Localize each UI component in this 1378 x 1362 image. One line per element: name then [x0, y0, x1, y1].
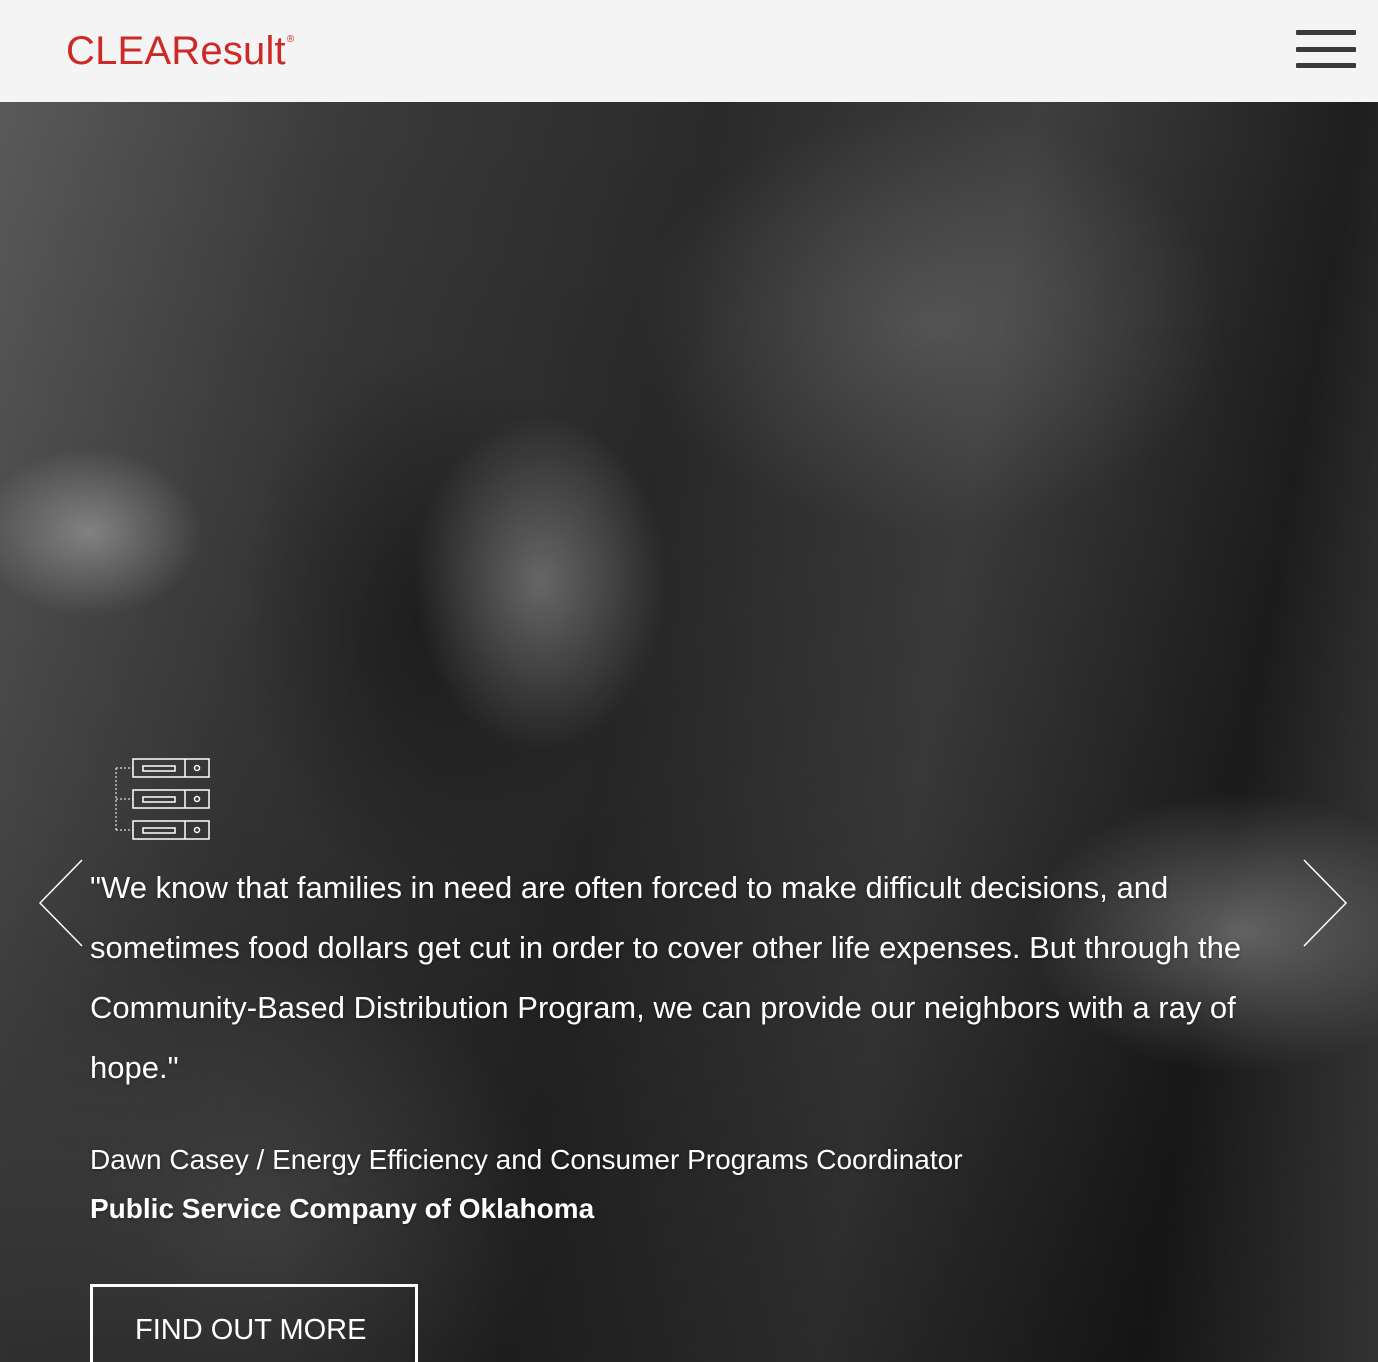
clearesult-logo[interactable]: CLEAResult®	[66, 28, 294, 85]
site-header: CLEAResult®	[0, 0, 1378, 102]
hero-carousel: "We know that families in need are often…	[0, 102, 1378, 1362]
registered-mark: ®	[286, 34, 295, 45]
chevron-right-icon[interactable]	[1296, 858, 1356, 948]
logo-text: CLEAResult	[66, 29, 286, 73]
hamburger-icon-bar-bottom	[1296, 63, 1356, 68]
testimonial-company: Public Service Company of Oklahoma	[90, 1193, 595, 1224]
server-stack-icon	[115, 758, 210, 840]
testimonial-quote: "We know that families in need are often…	[90, 870, 1242, 1085]
hamburger-menu-button[interactable]	[1292, 28, 1358, 72]
find-out-more-button[interactable]: FIND OUT MORE	[90, 1284, 418, 1362]
chevron-left-icon[interactable]	[34, 858, 94, 948]
testimonial-attribution: Dawn Casey / Energy Efficiency and Consu…	[90, 1144, 963, 1175]
hamburger-icon-bar-top	[1296, 30, 1356, 35]
hamburger-icon-bar-middle	[1296, 47, 1356, 52]
